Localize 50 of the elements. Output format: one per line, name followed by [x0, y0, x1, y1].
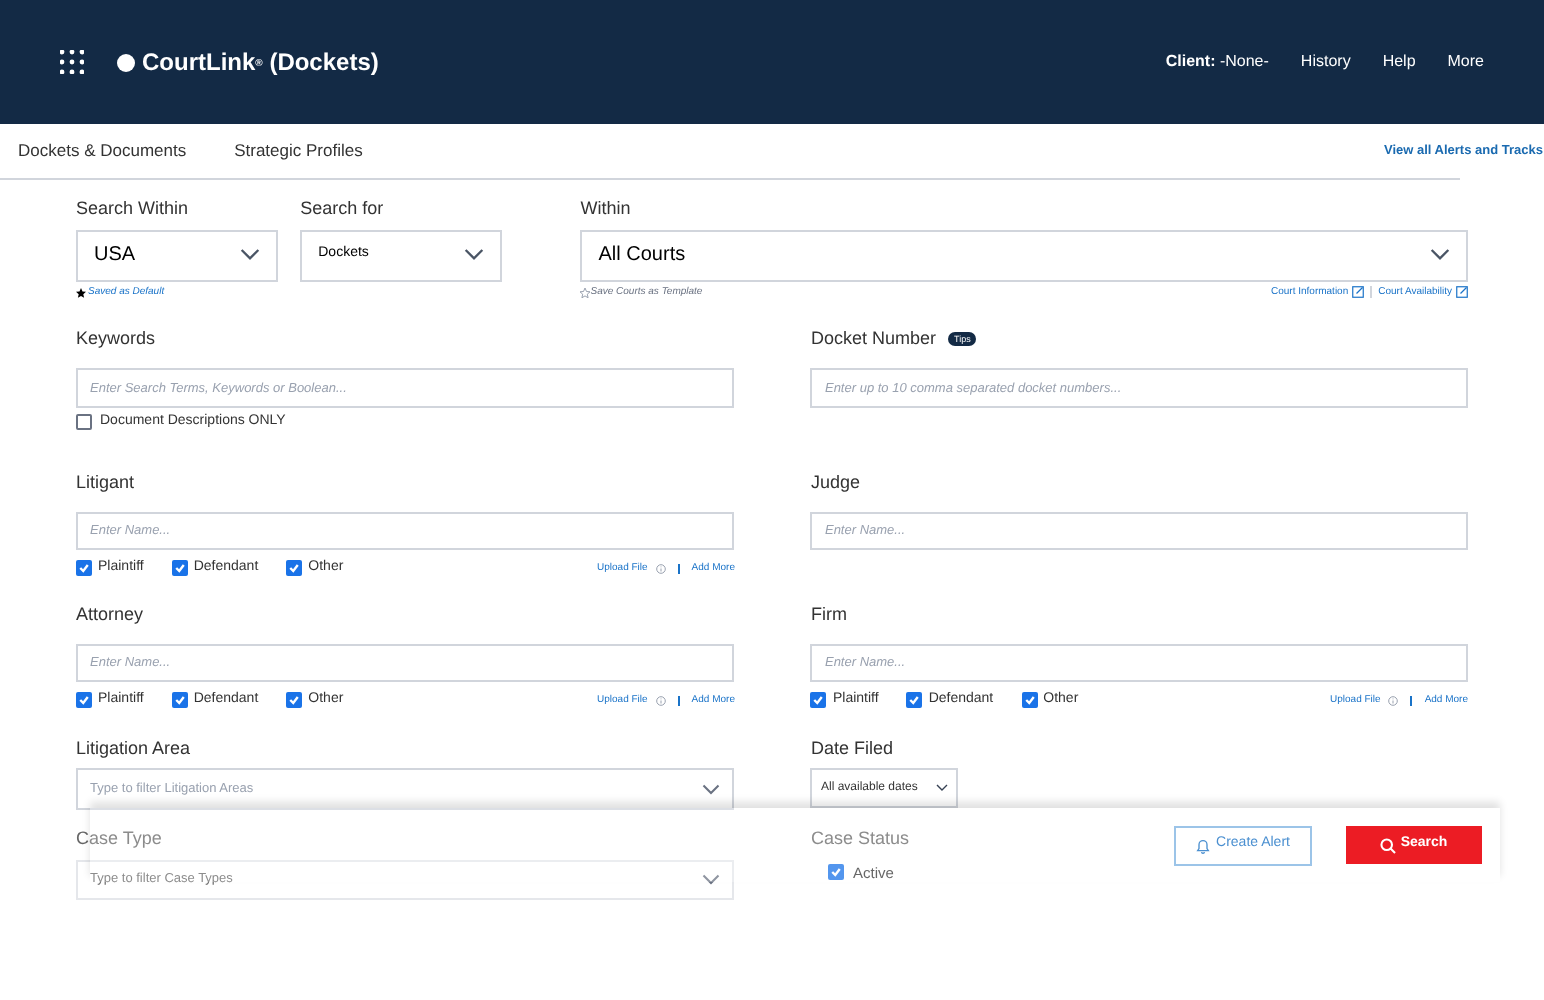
field-label: Search Within — [76, 196, 191, 222]
logo-icon — [116, 52, 136, 72]
chevron-down-icon — [936, 784, 949, 792]
nav-link[interactable]: Dockets & Documents — [18, 138, 187, 164]
checkbox[interactable] — [810, 692, 827, 709]
field-label: Date Filed — [810, 735, 896, 761]
courts-dropdown[interactable]: All Courts — [580, 229, 1468, 281]
info-icon — [655, 695, 666, 706]
field-label: Search for — [300, 196, 386, 222]
field-label: Case Status — [810, 826, 910, 852]
chevron-down-icon — [1430, 248, 1450, 262]
checkbox[interactable] — [171, 692, 188, 709]
checkbox[interactable] — [828, 864, 845, 881]
header-link[interactable]: More — [1447, 50, 1484, 74]
checkbox[interactable] — [1021, 692, 1038, 709]
field-label: Case Type — [76, 826, 162, 852]
star-outline-icon — [580, 287, 591, 298]
chevron-down-icon — [702, 783, 721, 795]
field-label: Keywords — [76, 326, 158, 352]
field-label: Firm — [810, 601, 849, 627]
chevron-down-icon — [464, 248, 485, 262]
external-link-icon — [1352, 286, 1365, 299]
client-selector[interactable]: Client: -None- — [1165, 50, 1269, 74]
header-link[interactable]: Help — [1382, 50, 1416, 74]
info-icon — [1388, 695, 1399, 706]
checkbox[interactable] — [906, 692, 923, 709]
checkbox[interactable] — [286, 692, 303, 709]
field-label: Litigant — [76, 469, 137, 496]
external-link-icon — [1456, 286, 1468, 299]
field-label: Attorney — [76, 601, 146, 628]
header-link[interactable]: History — [1300, 50, 1351, 74]
country-dropdown[interactable]: USA — [76, 229, 279, 281]
chevron-down-icon — [240, 248, 261, 262]
field-label: Litigation Area — [76, 735, 193, 762]
bell-icon — [1196, 837, 1211, 853]
info-icon — [655, 563, 666, 574]
chevron-down-icon — [702, 873, 721, 885]
app-title[interactable]: CourtLink$^{®}$ (Dockets) — [142, 44, 379, 80]
field-label: Docket Number — [810, 326, 937, 352]
star-icon — [76, 287, 86, 298]
field-label: Judge — [810, 469, 863, 496]
search-icon — [1380, 837, 1397, 853]
checkbox[interactable] — [76, 414, 92, 431]
checkbox[interactable] — [171, 560, 188, 577]
checkbox[interactable] — [76, 560, 92, 577]
checkbox[interactable] — [286, 560, 303, 577]
field-label: Within — [580, 196, 633, 222]
nav-link[interactable]: Strategic Profiles — [234, 138, 363, 164]
checkbox[interactable] — [76, 692, 92, 709]
app-grid-icon[interactable] — [60, 50, 84, 74]
